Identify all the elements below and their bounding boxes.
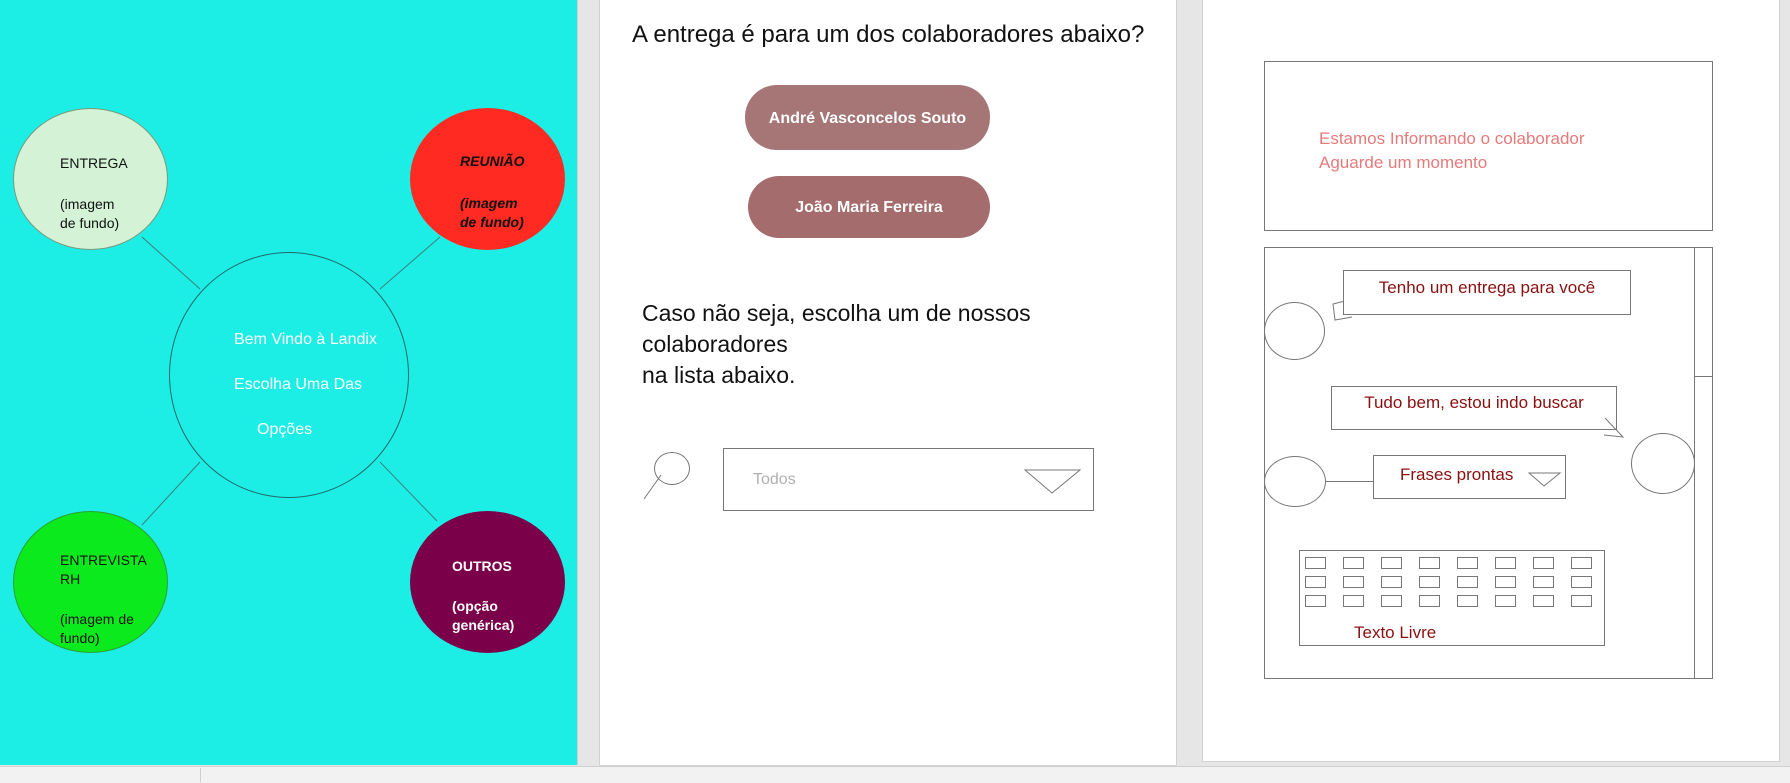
fallback-instruction-line-2: na lista abaixo. <box>642 362 796 388</box>
option-outros-note: (opção <box>452 598 498 614</box>
collaborator-button-2[interactable]: João Maria Ferreira <box>748 176 990 238</box>
keyboard-key[interactable] <box>1495 576 1516 588</box>
keyboard-key[interactable] <box>1305 557 1326 569</box>
option-entrevista-title-2: RH <box>60 571 81 587</box>
triangle-down-icon <box>1528 472 1562 487</box>
keyboard-key[interactable] <box>1419 557 1440 569</box>
dropdown-value: Todos <box>753 471 796 488</box>
keyboard-key[interactable] <box>1533 557 1554 569</box>
keyboard-key[interactable] <box>1419 595 1440 607</box>
option-entrega[interactable]: ENTREGA (imagem de fundo) <box>13 108 168 250</box>
options-screen: ENTREGA (imagem de fundo) REUNIÃO (image… <box>0 0 578 765</box>
keyboard-key[interactable] <box>1343 557 1364 569</box>
option-reuniao-note: (imagem <box>460 195 518 211</box>
keyboard-key[interactable] <box>1381 595 1402 607</box>
connector-line <box>1326 481 1373 482</box>
keyboard-key[interactable] <box>1457 576 1478 588</box>
option-reuniao-title: REUNIÃO <box>460 153 525 169</box>
welcome-instruction: Escolha Uma Das <box>234 376 363 393</box>
collaborator-dropdown[interactable]: Todos <box>723 448 1094 511</box>
welcome-title: Bem Vindo à Landix <box>234 331 377 348</box>
scrollbar-thumb-divider <box>1695 376 1713 377</box>
bubble-tail-right <box>1603 417 1625 438</box>
option-outros-title: OUTROS <box>452 558 512 574</box>
welcome-circle: Bem Vindo à Landix Escolha Uma Das Opçõe… <box>169 252 409 498</box>
chat-scrollbar[interactable] <box>1694 247 1713 679</box>
option-entrevista-note: (imagem de <box>60 611 134 627</box>
keyboard-key[interactable] <box>1457 595 1478 607</box>
status-wait-message: Aguarde um momento <box>1319 153 1488 172</box>
status-message: Estamos Informando o colaborador <box>1319 129 1585 148</box>
collaborator-button-1[interactable]: André Vasconcelos Souto <box>745 85 990 150</box>
option-entrega-note: (imagem <box>60 196 115 212</box>
option-outros-note-2: genérica) <box>452 617 515 633</box>
keyboard-key[interactable] <box>1457 557 1478 569</box>
keyboard-key[interactable] <box>1571 595 1592 607</box>
keyboard-key[interactable] <box>1533 595 1554 607</box>
keyboard-key[interactable] <box>1343 595 1364 607</box>
option-reuniao-note-2: de fundo) <box>460 214 524 230</box>
option-entrevista-note-2: fundo) <box>60 630 100 646</box>
free-text-keyboard[interactable]: Texto Livre <box>1299 550 1605 646</box>
keyboard-key[interactable] <box>1495 557 1516 569</box>
fallback-instruction-line-1: Caso não seja, escolha um de nossos cola… <box>642 300 1031 357</box>
avatar <box>1264 302 1325 360</box>
quick-phrases-dropdown[interactable]: Frases prontas <box>1373 455 1566 499</box>
option-outros[interactable]: OUTROS (opção genérica) <box>410 511 565 653</box>
option-reuniao[interactable]: REUNIÃO (imagem de fundo) <box>410 108 565 250</box>
keyboard-key[interactable] <box>1495 595 1516 607</box>
keyboard-key[interactable] <box>1381 557 1402 569</box>
avatar <box>1264 456 1326 507</box>
option-entrevista-title: ENTREVISTA <box>60 552 147 568</box>
option-entrevista-rh[interactable]: ENTREVISTA RH (imagem de fundo) <box>13 511 168 653</box>
keyboard-key[interactable] <box>1305 576 1326 588</box>
quick-phrases-label: Frases prontas <box>1400 465 1514 484</box>
welcome-instruction-2: Opções <box>257 421 313 438</box>
fallback-instruction: Caso não seja, escolha um de nossos cola… <box>642 298 1162 391</box>
keyboard-key[interactable] <box>1305 595 1326 607</box>
search-icon-handle <box>643 474 662 500</box>
keyboard-key[interactable] <box>1343 576 1364 588</box>
keyboard-key[interactable] <box>1381 576 1402 588</box>
keyboard-key[interactable] <box>1571 557 1592 569</box>
chat-message-sent: Tudo bem, estou indo buscar <box>1331 386 1617 430</box>
free-text-label: Texto Livre <box>1354 623 1437 642</box>
delivery-question: A entrega é para um dos colaboradores ab… <box>632 21 1145 48</box>
chat-screen: Estamos Informando o colaborador Aguarde… <box>1202 0 1780 762</box>
keyboard-key[interactable] <box>1571 576 1592 588</box>
chat-message-received: Tenho um entrega para você <box>1343 270 1631 315</box>
status-bar <box>0 766 1790 783</box>
option-entrega-note-2: de fundo) <box>60 215 120 231</box>
keyboard-key[interactable] <box>1533 576 1554 588</box>
keyboard-key[interactable] <box>1419 576 1440 588</box>
option-entrega-title: ENTREGA <box>60 155 128 171</box>
status-bar-divider <box>200 768 201 782</box>
triangle-down-icon <box>1024 469 1082 494</box>
collaborator-select-screen: A entrega é para um dos colaboradores ab… <box>599 0 1177 766</box>
status-panel: Estamos Informando o colaborador Aguarde… <box>1264 61 1713 231</box>
avatar <box>1631 433 1695 494</box>
